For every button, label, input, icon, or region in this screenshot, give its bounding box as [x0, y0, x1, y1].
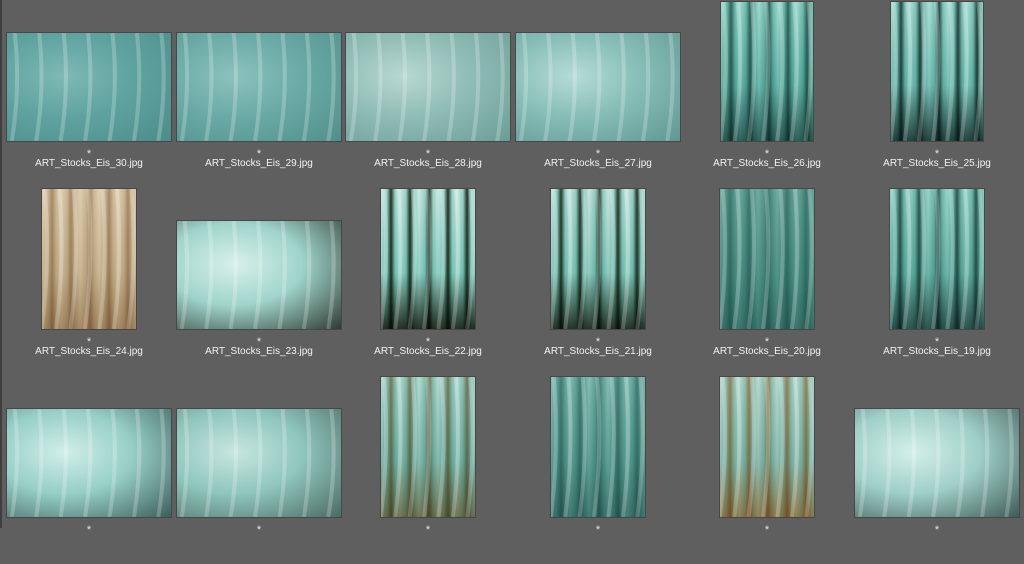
ice-texture-icon: [857, 409, 1014, 517]
thumbnail-cell[interactable]: *: [682, 376, 852, 564]
file-name-label: ART_Stocks_Eis_21.jpg: [544, 346, 652, 357]
ice-texture-icon: [9, 409, 166, 517]
file-name-label: ART_Stocks_Eis_28.jpg: [374, 158, 482, 169]
rating-star-icon[interactable]: *: [343, 525, 513, 536]
photo-thumbnail[interactable]: [516, 33, 680, 141]
window-left-edge: [0, 0, 2, 528]
thumbnail-cell[interactable]: * ART_Stocks_Eis_29.jpg: [174, 0, 344, 188]
file-name-label: ART_Stocks_Eis_24.jpg: [35, 346, 143, 357]
ice-texture-icon: [720, 189, 814, 329]
photo-thumbnail[interactable]: [7, 409, 171, 517]
rating-star-icon[interactable]: *: [513, 525, 683, 536]
ice-texture-icon: [179, 33, 336, 141]
ice-texture-icon: [891, 2, 983, 141]
file-name-label: ART_Stocks_Eis_25.jpg: [883, 158, 991, 169]
ice-texture-icon: [551, 189, 645, 329]
thumbnail-cell[interactable]: *: [513, 376, 683, 564]
thumbnail-cell[interactable]: * ART_Stocks_Eis_23.jpg: [174, 188, 344, 376]
photo-thumbnail[interactable]: [720, 189, 814, 329]
thumbnail-cell[interactable]: * ART_Stocks_Eis_25.jpg: [852, 0, 1022, 188]
rating-star-icon[interactable]: *: [174, 525, 344, 536]
file-name-label: ART_Stocks_Eis_27.jpg: [544, 158, 652, 169]
thumbnail-cell[interactable]: *: [852, 376, 1022, 564]
thumbnail-cell[interactable]: *: [343, 376, 513, 564]
ice-texture-icon: [9, 33, 166, 141]
file-name-label: ART_Stocks_Eis_26.jpg: [713, 158, 821, 169]
thumbnail-cell[interactable]: * ART_Stocks_Eis_22.jpg: [343, 188, 513, 376]
thumbnail-cell[interactable]: * ART_Stocks_Eis_30.jpg: [4, 0, 174, 188]
thumbnail-cell[interactable]: * ART_Stocks_Eis_24.jpg: [4, 188, 174, 376]
photo-thumbnail[interactable]: [177, 33, 341, 141]
photo-thumbnail[interactable]: [7, 33, 171, 141]
photo-thumbnail[interactable]: [720, 377, 814, 517]
thumbnail-cell[interactable]: * ART_Stocks_Eis_26.jpg: [682, 0, 852, 188]
ice-texture-icon: [179, 221, 336, 329]
ice-texture-icon: [721, 2, 813, 141]
thumbnail-cell[interactable]: * ART_Stocks_Eis_19.jpg: [852, 188, 1022, 376]
rating-star-icon[interactable]: *: [4, 525, 174, 536]
ice-texture-icon: [381, 377, 475, 517]
thumbnail-cell[interactable]: *: [174, 376, 344, 564]
ice-texture-icon: [720, 377, 814, 517]
file-name-label: ART_Stocks_Eis_23.jpg: [205, 346, 313, 357]
thumbnail-cell[interactable]: * ART_Stocks_Eis_20.jpg: [682, 188, 852, 376]
photo-thumbnail[interactable]: [42, 189, 136, 329]
photo-thumbnail[interactable]: [551, 377, 645, 517]
file-name-label: ART_Stocks_Eis_20.jpg: [713, 346, 821, 357]
thumbnail-cell[interactable]: * ART_Stocks_Eis_21.jpg: [513, 188, 683, 376]
photo-thumbnail[interactable]: [855, 409, 1019, 517]
rating-star-icon[interactable]: *: [682, 525, 852, 536]
photo-thumbnail[interactable]: [177, 221, 341, 329]
file-name-label: ART_Stocks_Eis_22.jpg: [374, 346, 482, 357]
rating-star-icon[interactable]: *: [852, 525, 1022, 536]
ice-texture-icon: [890, 189, 984, 329]
ice-texture-icon: [42, 189, 136, 329]
photo-thumbnail[interactable]: [177, 409, 341, 517]
photo-thumbnail[interactable]: [381, 189, 475, 329]
photo-thumbnail[interactable]: [890, 189, 984, 329]
file-name-label: ART_Stocks_Eis_29.jpg: [205, 158, 313, 169]
ice-texture-icon: [348, 33, 505, 141]
thumbnail-cell[interactable]: *: [4, 376, 174, 564]
photo-thumbnail[interactable]: [551, 189, 645, 329]
ice-texture-icon: [518, 33, 675, 141]
photo-thumbnail[interactable]: [381, 377, 475, 517]
photo-thumbnail[interactable]: [721, 2, 813, 141]
ice-texture-icon: [381, 189, 475, 329]
photo-thumbnail[interactable]: [891, 2, 983, 141]
photo-thumbnail[interactable]: [346, 33, 510, 141]
ice-texture-icon: [179, 409, 336, 517]
thumbnail-cell[interactable]: * ART_Stocks_Eis_27.jpg: [513, 0, 683, 188]
file-name-label: ART_Stocks_Eis_19.jpg: [883, 346, 991, 357]
ice-texture-icon: [551, 377, 645, 517]
file-name-label: ART_Stocks_Eis_30.jpg: [35, 158, 143, 169]
thumbnail-cell[interactable]: * ART_Stocks_Eis_28.jpg: [343, 0, 513, 188]
